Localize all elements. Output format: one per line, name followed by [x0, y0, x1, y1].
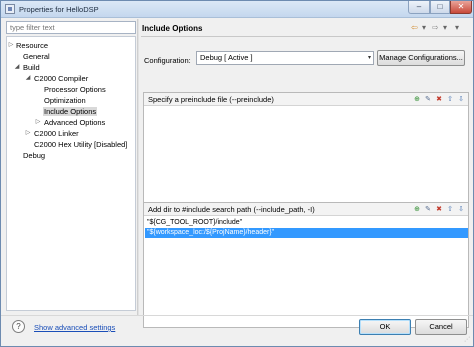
tree-item-build[interactable]: ◢ Build — [15, 62, 41, 73]
tree-item-label: Resource — [16, 41, 49, 50]
cancel-button[interactable]: Cancel — [415, 319, 467, 335]
app-icon — [5, 4, 15, 14]
collapse-arrow-icon[interactable]: ◢ — [13, 62, 21, 73]
tree-item-advanced-options[interactable]: ▷ Advanced Options — [36, 117, 106, 128]
delete-icon[interactable]: ✖ — [434, 205, 444, 215]
close-button[interactable]: ✕ — [450, 1, 472, 14]
ok-button[interactable]: OK — [359, 319, 411, 335]
add-icon[interactable]: ⊕ — [412, 205, 422, 215]
navigation-pane: ▷ Resource General ◢ Build ◢ C2000 Compi… — [6, 21, 136, 311]
configuration-label: Configuration: — [144, 56, 191, 65]
resize-grip-icon[interactable]: ⋰ — [464, 336, 470, 343]
preinclude-group: Specify a preinclude file (--preinclude)… — [143, 92, 469, 206]
tree-item-c2000-hex-utility[interactable]: C2000 Hex Utility [Disabled] — [33, 139, 128, 150]
tree-item-processor-options[interactable]: Processor Options — [43, 84, 107, 95]
manage-configurations-button[interactable]: Manage Configurations... — [377, 50, 465, 66]
tree-item-general[interactable]: General — [22, 51, 51, 62]
edit-icon[interactable]: ✎ — [423, 205, 433, 215]
tree-item-label: C2000 Compiler — [34, 74, 89, 83]
tree-item-label: Advanced Options — [44, 118, 106, 127]
group-header: Specify a preinclude file (--preinclude)… — [144, 93, 468, 106]
expand-arrow-icon[interactable]: ▷ — [34, 117, 42, 128]
move-down-icon[interactable]: ⇩ — [456, 95, 466, 105]
view-menu-icon[interactable]: ▾ — [455, 23, 459, 32]
title-bar[interactable]: Properties for HelloDSP – □ ✕ — [1, 1, 473, 18]
expand-arrow-icon[interactable]: ▷ — [7, 40, 15, 51]
tree-item-label: Build — [23, 63, 40, 72]
tree-item-include-options[interactable]: Include Options — [43, 106, 98, 117]
page-title: Include Options — [142, 24, 203, 33]
configuration-value: Debug [ Active ] — [200, 53, 253, 62]
tree-item-label: Processor Options — [44, 85, 106, 94]
list-item[interactable]: "${CG_TOOL_ROOT}/include" — [145, 218, 468, 228]
tree-item-debug[interactable]: Debug — [22, 150, 46, 161]
tree-item-label: Include Options — [43, 107, 98, 116]
tree-item-c2000-compiler[interactable]: ◢ C2000 Compiler — [26, 73, 89, 84]
pane-splitter[interactable] — [137, 19, 139, 315]
tree-item-label: Debug — [23, 151, 46, 160]
group-toolbar: ⊕ ✎ ✖ ⇧ ⇩ — [411, 94, 466, 105]
list-item-selected[interactable]: "${workspace_loc:/${ProjName}/header}" — [145, 228, 468, 238]
tree-item-label: C2000 Hex Utility [Disabled] — [34, 140, 128, 149]
property-tree: ▷ Resource General ◢ Build ◢ C2000 Compi… — [6, 36, 136, 311]
help-icon[interactable]: ? — [12, 320, 25, 333]
edit-icon[interactable]: ✎ — [423, 95, 433, 105]
include-path-group: Add dir to #include search path (--inclu… — [143, 202, 469, 328]
forward-arrow-icon[interactable]: ⇨ — [432, 23, 439, 32]
tree-item-c2000-linker[interactable]: ▷ C2000 Linker — [26, 128, 80, 139]
tree-item-label: General — [23, 52, 50, 61]
move-down-icon[interactable]: ⇩ — [456, 205, 466, 215]
collapse-arrow-icon[interactable]: ◢ — [24, 73, 32, 84]
content-pane: Include Options ⇦ ▾ ⇨ ▾ ▾ Configuration:… — [141, 19, 471, 328]
page-header: Include Options ⇦ ▾ ⇨ ▾ ▾ — [141, 19, 471, 37]
forward-history-dropdown-icon[interactable]: ▾ — [443, 23, 447, 32]
back-arrow-icon[interactable]: ⇦ — [411, 23, 418, 32]
maximize-button[interactable]: □ — [430, 1, 450, 14]
tree-item-label: C2000 Linker — [34, 129, 79, 138]
configuration-select[interactable]: Debug [ Active ] ▾ — [196, 51, 374, 65]
delete-icon[interactable]: ✖ — [434, 95, 444, 105]
minimize-button[interactable]: – — [408, 1, 430, 14]
group-toolbar: ⊕ ✎ ✖ ⇧ ⇩ — [411, 204, 466, 215]
move-up-icon[interactable]: ⇧ — [445, 95, 455, 105]
footer-divider — [1, 315, 473, 316]
show-advanced-settings-link[interactable]: Show advanced settings — [34, 323, 115, 332]
tree-item-resource[interactable]: ▷ Resource — [9, 40, 49, 51]
window-title: Properties for HelloDSP — [19, 5, 99, 14]
tree-item-optimization[interactable]: Optimization — [43, 95, 87, 106]
properties-dialog: Properties for HelloDSP – □ ✕ ▷ Resource… — [0, 0, 474, 347]
group-header: Add dir to #include search path (--inclu… — [144, 203, 468, 216]
back-history-dropdown-icon[interactable]: ▾ — [422, 23, 426, 32]
expand-arrow-icon[interactable]: ▷ — [24, 128, 32, 139]
add-icon[interactable]: ⊕ — [412, 95, 422, 105]
move-up-icon[interactable]: ⇧ — [445, 205, 455, 215]
group-title: Add dir to #include search path (--inclu… — [148, 205, 315, 214]
tree-item-label: Optimization — [44, 96, 86, 105]
filter-input[interactable] — [6, 21, 136, 34]
group-title: Specify a preinclude file (--preinclude) — [148, 95, 274, 104]
chevron-down-icon: ▾ — [367, 55, 371, 61]
